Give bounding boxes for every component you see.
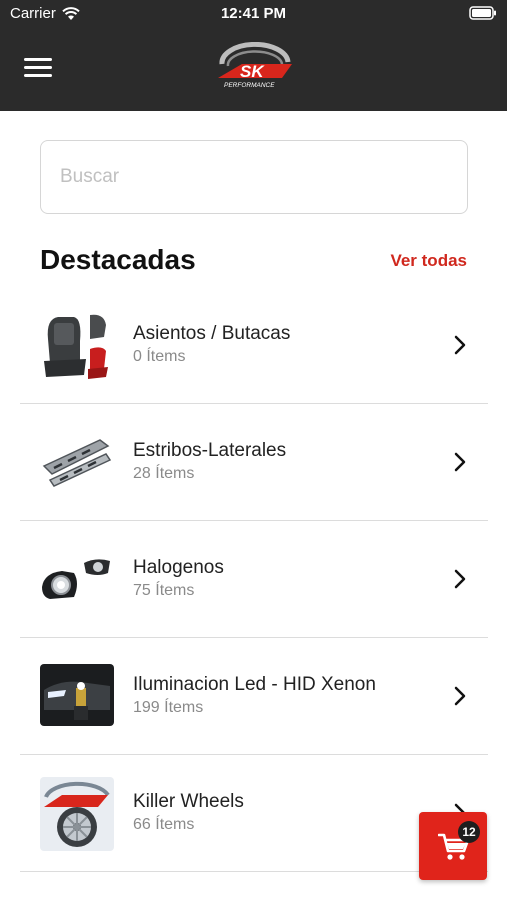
- see-all-link[interactable]: Ver todas: [390, 251, 467, 271]
- category-item-count: 66 Ítems: [133, 816, 195, 833]
- battery-icon: [469, 6, 496, 20]
- chevron-right-icon: [454, 452, 466, 472]
- search-box[interactable]: [40, 140, 468, 214]
- category-row[interactable]: Estribos-Laterales 28 Ítems: [20, 404, 488, 521]
- category-name: Asientos / Butacas: [133, 323, 291, 344]
- chevron-right-icon: [454, 569, 466, 589]
- svg-text:SK: SK: [240, 62, 265, 81]
- navigation-bar: SK PERFORMANCE: [0, 28, 507, 111]
- sk-performance-logo: SK PERFORMANCE: [218, 42, 292, 89]
- category-row[interactable]: Asientos / Butacas 0 Ítems: [20, 287, 488, 404]
- clock: 12:41 PM: [220, 5, 287, 22]
- category-row[interactable]: Halogenos 75 Ítems: [20, 521, 488, 638]
- hamburger-menu-icon[interactable]: [24, 58, 54, 80]
- category-item-count: 0 Ítems: [133, 348, 186, 365]
- led-bulb-thumbnail-icon: [40, 664, 114, 726]
- chevron-right-icon: [454, 686, 466, 706]
- seats-thumbnail-icon: [44, 314, 108, 379]
- featured-section-title: Destacadas: [40, 244, 196, 275]
- side-steps-thumbnail-icon: [42, 439, 112, 487]
- wheel-thumbnail-icon: [40, 777, 114, 851]
- featured-category-list: Asientos / Butacas 0 Ítems Estribos-Late…: [20, 287, 488, 872]
- category-item-count: 75 Ítems: [133, 582, 195, 599]
- category-name: Halogenos: [133, 557, 224, 578]
- status-bar: Carrier 12:41 PM: [0, 0, 507, 28]
- chevron-right-icon: [454, 335, 466, 355]
- search-input[interactable]: [41, 141, 467, 213]
- cart-button[interactable]: 12: [419, 812, 487, 880]
- svg-text:PERFORMANCE: PERFORMANCE: [224, 82, 275, 89]
- category-name: Iluminacion Led - HID Xenon: [133, 674, 376, 695]
- cart-count-badge: 12: [458, 821, 480, 843]
- category-row[interactable]: Killer Wheels 66 Ítems: [20, 755, 488, 872]
- category-row[interactable]: Iluminacion Led - HID Xenon 199 Ítems: [20, 638, 488, 755]
- category-name: Killer Wheels: [133, 791, 244, 812]
- category-name: Estribos-Laterales: [133, 440, 287, 461]
- fog-lights-thumbnail-icon: [42, 559, 110, 599]
- category-item-count: 28 Ítems: [133, 465, 195, 482]
- category-item-count: 199 Ítems: [133, 699, 204, 716]
